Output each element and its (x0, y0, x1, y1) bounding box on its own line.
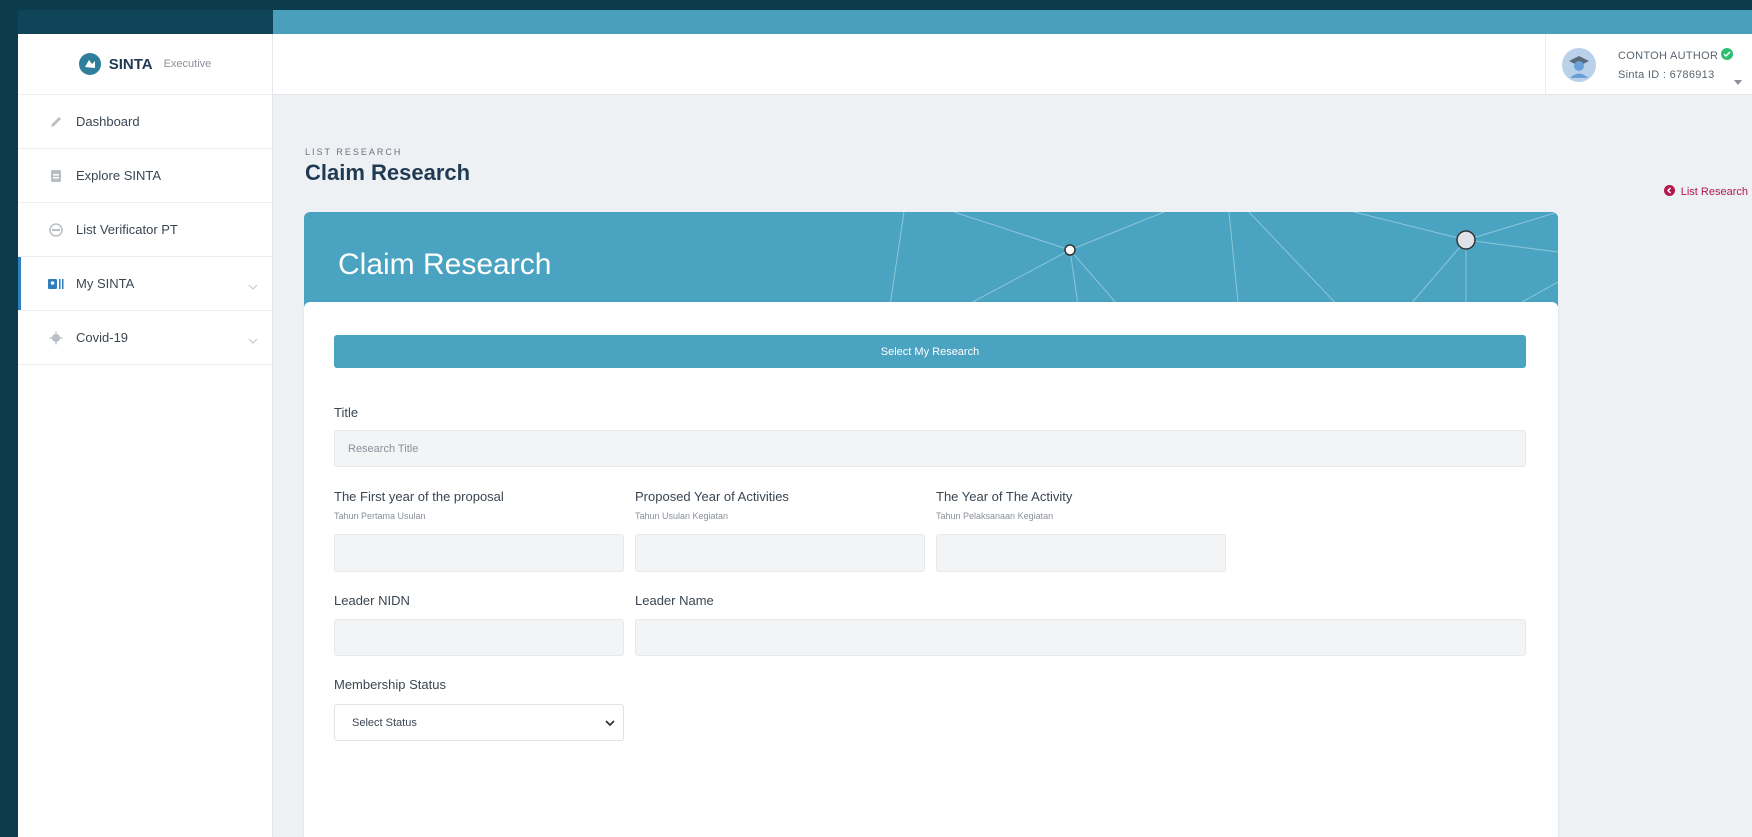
page-title: Claim Research (305, 160, 471, 185)
activity-year-sublabel: Tahun Pelaksanaan Kegiatan (936, 511, 1054, 521)
sidebar: SINTA Executive Dashboard Explore SINTA … (18, 34, 273, 837)
first-year-sublabel: Tahun Pertama Usulan (334, 511, 426, 521)
chevron-down-icon[interactable] (248, 331, 258, 349)
membership-status-value: Select Status (352, 716, 417, 729)
brand-name: SINTA (108, 55, 153, 73)
virus-icon (48, 330, 64, 346)
avatar (1562, 47, 1596, 82)
user-info: CONTOH AUTHOR Sinta ID : 6786913 (1618, 48, 1734, 81)
top-band-left (18, 10, 273, 34)
activity-year-input[interactable] (936, 534, 1226, 572)
leader-name-input[interactable] (635, 619, 1526, 656)
brand[interactable]: SINTA Executive (18, 34, 272, 95)
first-year-input[interactable] (334, 534, 624, 572)
pencil-icon (48, 114, 64, 130)
sidebar-item-label: Covid-19 (76, 330, 129, 345)
chevron-down-icon[interactable] (248, 277, 258, 295)
verified-check-icon (1721, 48, 1734, 63)
card-hero: Claim Research (304, 212, 1558, 312)
membership-status-label: Membership Status (334, 677, 446, 692)
brand-suffix: Executive (163, 58, 212, 70)
membership-status-select[interactable]: Select Status (334, 704, 624, 741)
research-title-input[interactable]: Research Title (334, 430, 1526, 467)
title-label: Title (334, 405, 359, 420)
leader-nidn-input[interactable] (334, 619, 624, 656)
sidebar-item-label: List Verificator PT (76, 222, 178, 237)
sidebar-item-list-verificator[interactable]: List Verificator PT (18, 203, 272, 257)
select-my-research-button[interactable]: Select My Research (334, 335, 1526, 368)
breadcrumb: LIST RESEARCH (305, 147, 403, 157)
card-hero-title: Claim Research (338, 248, 552, 281)
sidebar-item-dashboard[interactable]: Dashboard (18, 95, 272, 149)
claim-research-form: Select My Research Title Research Title … (304, 302, 1558, 837)
first-year-label: The First year of the proposal (334, 489, 504, 504)
proposed-year-input[interactable] (635, 534, 925, 572)
user-menu[interactable]: CONTOH AUTHOR Sinta ID : 6786913 (1545, 34, 1752, 95)
chevron-down-icon (605, 718, 615, 730)
sidebar-item-my-sinta[interactable]: My SINTA (18, 257, 272, 311)
sinta-id: Sinta ID : 6786913 (1618, 69, 1715, 81)
sidebar-item-explore-sinta[interactable]: Explore SINTA (18, 149, 272, 203)
proposed-year-sublabel: Tahun Usulan Kegiatan (635, 511, 729, 521)
user-name: CONTOH AUTHOR (1618, 48, 1734, 63)
document-icon (48, 168, 64, 184)
user-name-text: CONTOH AUTHOR (1618, 49, 1719, 62)
sidebar-item-label: My SINTA (76, 276, 135, 291)
sidebar-item-covid-19[interactable]: Covid-19 (18, 311, 272, 365)
leader-nidn-label: Leader NIDN (334, 593, 410, 608)
app-window: SINTA Executive Dashboard Explore SINTA … (18, 10, 1752, 837)
back-arrow-icon (1663, 185, 1675, 199)
leader-name-label: Leader Name (635, 593, 714, 608)
list-research-link[interactable]: List Research (1663, 185, 1748, 199)
caret-down-icon[interactable] (1734, 72, 1742, 90)
sinta-logo-icon (78, 53, 101, 75)
top-header: CONTOH AUTHOR Sinta ID : 6786913 (273, 34, 1752, 95)
list-research-link-label: List Research (1680, 186, 1748, 198)
sidebar-item-label: Explore SINTA (76, 168, 162, 183)
activity-year-label: The Year of The Activity (936, 489, 1073, 504)
proposed-year-label: Proposed Year of Activities (635, 489, 789, 504)
user-circle-icon (48, 222, 64, 238)
top-band (18, 10, 1752, 34)
sidebar-item-label: Dashboard (76, 114, 140, 129)
id-card-icon (48, 276, 64, 292)
